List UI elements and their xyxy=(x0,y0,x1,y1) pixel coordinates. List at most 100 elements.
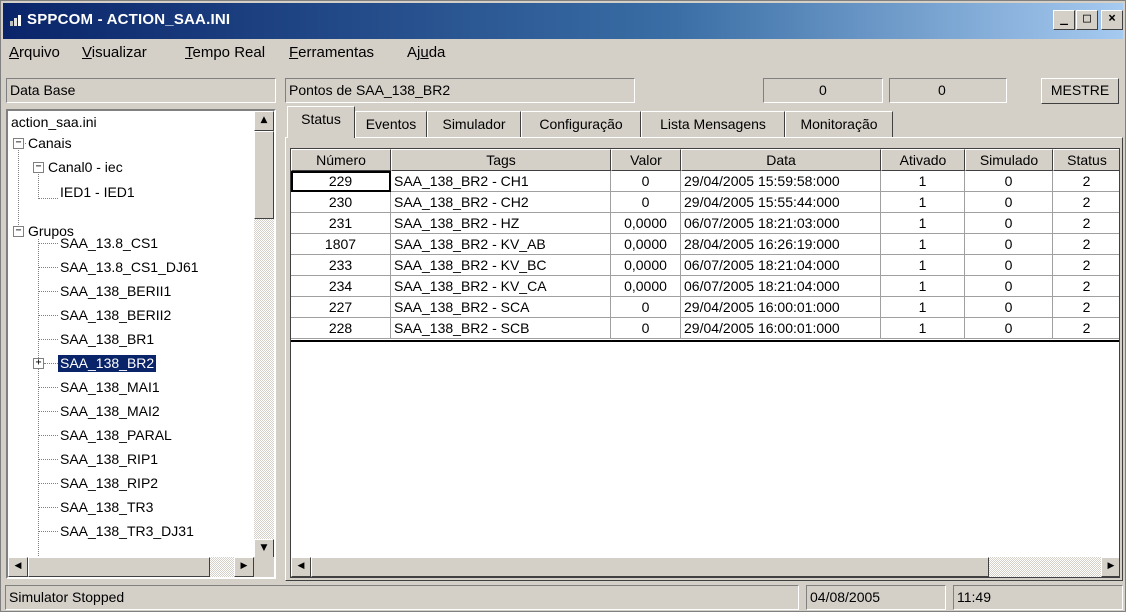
cell-valor[interactable]: 0,0000 xyxy=(611,234,681,255)
tree-horizontal-scrollbar[interactable]: ◀ ▶ xyxy=(8,557,254,577)
minimize-button[interactable]: _ xyxy=(1053,10,1075,30)
table-row[interactable]: 234 SAA_138_BR2 - KV_CA 0,0000 06/07/2005 1… xyxy=(291,276,1119,297)
tree-node-group[interactable]: SAA_138_TR3_DJ31 xyxy=(58,523,196,540)
column-header-simulado[interactable]: Simulado xyxy=(965,149,1053,171)
tab-configuracao[interactable]: Configuração xyxy=(521,111,641,137)
cell-tags[interactable]: SAA_138_BR2 - KV_AB xyxy=(391,234,611,255)
cell-ativado[interactable]: 1 xyxy=(881,318,965,339)
cell-numero[interactable]: 230 xyxy=(291,192,391,213)
cell-status[interactable]: 2 xyxy=(1053,276,1119,297)
column-header-data[interactable]: Data xyxy=(681,149,881,171)
cell-numero[interactable]: 1807 xyxy=(291,234,391,255)
cell-simulado[interactable]: 0 xyxy=(965,213,1053,234)
tree-node-group[interactable]: SAA_138_TR3 xyxy=(58,499,155,516)
maximize-button[interactable]: □ xyxy=(1076,10,1098,30)
cell-numero[interactable]: 229 xyxy=(291,171,391,192)
tree-node-group[interactable]: SAA_138_RIP1 xyxy=(58,451,160,468)
cell-status[interactable]: 2 xyxy=(1053,213,1119,234)
tree-node-group[interactable]: SAA_138_BERII1 xyxy=(58,283,173,300)
cell-ativado[interactable]: 1 xyxy=(881,213,965,234)
tree-node-group[interactable]: SAA_13.8_CS1 xyxy=(58,235,160,252)
table-row[interactable]: 1807 SAA_138_BR2 - KV_AB 0,0000 28/04/2005 … xyxy=(291,234,1119,255)
cell-tags[interactable]: SAA_138_BR2 - SCB xyxy=(391,318,611,339)
close-button[interactable]: × xyxy=(1101,10,1123,30)
table-row[interactable]: 229 SAA_138_BR2 - CH1 0 29/04/2005 15:59:58… xyxy=(291,171,1119,192)
cell-status[interactable]: 2 xyxy=(1053,234,1119,255)
tree-hscroll-thumb[interactable] xyxy=(28,557,210,577)
cell-tags[interactable]: SAA_138_BR2 - CH2 xyxy=(391,192,611,213)
cell-ativado[interactable]: 1 xyxy=(881,297,965,318)
tab-status[interactable]: Status xyxy=(287,106,355,138)
collapse-icon[interactable]: − xyxy=(33,162,44,173)
cell-numero[interactable]: 228 xyxy=(291,318,391,339)
scroll-left-arrow-icon[interactable]: ◀ xyxy=(8,557,28,577)
cell-status[interactable]: 2 xyxy=(1053,171,1119,192)
cell-tags[interactable]: SAA_138_BR2 - CH1 xyxy=(391,171,611,192)
cell-ativado[interactable]: 1 xyxy=(881,276,965,297)
cell-valor[interactable]: 0,0000 xyxy=(611,276,681,297)
cell-data[interactable]: 29/04/2005 15:55:44:000 xyxy=(681,192,881,213)
table-row[interactable]: 231 SAA_138_BR2 - HZ 0,0000 06/07/2005 18:2… xyxy=(291,213,1119,234)
tree-node-group[interactable]: SAA_138_BERII2 xyxy=(58,307,173,324)
menu-visualizar[interactable]: Visualizar xyxy=(82,44,147,61)
cell-ativado[interactable]: 1 xyxy=(881,234,965,255)
table-row[interactable]: 230 SAA_138_BR2 - CH2 0 29/04/2005 15:55:44… xyxy=(291,192,1119,213)
cell-status[interactable]: 2 xyxy=(1053,318,1119,339)
cell-valor[interactable]: 0 xyxy=(611,318,681,339)
scroll-left-arrow-icon[interactable]: ◀ xyxy=(291,557,311,577)
cell-tags[interactable]: SAA_138_BR2 - SCA xyxy=(391,297,611,318)
scroll-right-arrow-icon[interactable]: ▶ xyxy=(1101,557,1119,577)
cell-ativado[interactable]: 1 xyxy=(881,171,965,192)
table-horizontal-scrollbar[interactable]: ◀ ▶ xyxy=(291,557,1119,577)
cell-tags[interactable]: SAA_138_BR2 - HZ xyxy=(391,213,611,234)
scroll-right-arrow-icon[interactable]: ▶ xyxy=(234,557,254,577)
expand-icon[interactable]: + xyxy=(33,358,44,369)
cell-valor[interactable]: 0 xyxy=(611,192,681,213)
cell-valor[interactable]: 0 xyxy=(611,171,681,192)
cell-data[interactable]: 29/04/2005 16:00:01:000 xyxy=(681,297,881,318)
tab-monitoracao[interactable]: Monitoração xyxy=(785,111,893,137)
cell-status[interactable]: 2 xyxy=(1053,255,1119,276)
menu-arquivo[interactable]: Arquivo xyxy=(9,44,60,61)
cell-tags[interactable]: SAA_138_BR2 - KV_CA xyxy=(391,276,611,297)
cell-numero[interactable]: 227 xyxy=(291,297,391,318)
cell-data[interactable]: 29/04/2005 16:00:01:000 xyxy=(681,318,881,339)
tree-node-group[interactable]: SAA_138_PARAL xyxy=(58,427,174,444)
tree-vertical-scrollbar[interactable]: ▲ ▼ xyxy=(254,111,274,559)
cell-status[interactable]: 2 xyxy=(1053,192,1119,213)
tree-scroll-thumb[interactable] xyxy=(254,131,274,219)
points-table[interactable]: Número Tags Valor Data Ativado Simulado … xyxy=(290,148,1120,578)
tree-node-canais[interactable]: Canais xyxy=(26,135,74,152)
scroll-up-arrow-icon[interactable]: ▲ xyxy=(254,111,274,131)
table-row[interactable]: 228 SAA_138_BR2 - SCB 0 29/04/2005 16:00:01… xyxy=(291,318,1119,339)
cell-simulado[interactable]: 0 xyxy=(965,297,1053,318)
column-header-tags[interactable]: Tags xyxy=(391,149,611,171)
tree-node-group[interactable]: SAA_138_BR1 xyxy=(58,331,156,348)
cell-valor[interactable]: 0,0000 xyxy=(611,213,681,234)
cell-data[interactable]: 06/07/2005 18:21:03:000 xyxy=(681,213,881,234)
cell-simulado[interactable]: 0 xyxy=(965,192,1053,213)
cell-numero[interactable]: 233 xyxy=(291,255,391,276)
cell-data[interactable]: 06/07/2005 18:21:04:000 xyxy=(681,276,881,297)
tree-root[interactable]: action_saa.ini xyxy=(9,114,99,131)
tab-lista-mensagens[interactable]: Lista Mensagens xyxy=(641,111,785,137)
cell-simulado[interactable]: 0 xyxy=(965,171,1053,192)
cell-tags[interactable]: SAA_138_BR2 - KV_BC xyxy=(391,255,611,276)
cell-simulado[interactable]: 0 xyxy=(965,276,1053,297)
cell-simulado[interactable]: 0 xyxy=(965,318,1053,339)
title-bar[interactable]: SPPCOM - ACTION_SAA.INI _ □ × xyxy=(3,3,1123,39)
tree-node-group[interactable]: SAA_138_MAI1 xyxy=(58,379,162,396)
table-row[interactable]: 227 SAA_138_BR2 - SCA 0 29/04/2005 16:00:01… xyxy=(291,297,1119,318)
collapse-icon[interactable]: − xyxy=(13,138,24,149)
cell-numero[interactable]: 234 xyxy=(291,276,391,297)
tree-node-group[interactable]: SAA_13.8_CS1_DJ61 xyxy=(58,259,201,276)
mestre-button[interactable]: MESTRE xyxy=(1041,78,1119,104)
tree-node-group[interactable]: SAA_138_RIP2 xyxy=(58,475,160,492)
tree-view[interactable]: action_saa.ini − Canais − Canal0 - iec I… xyxy=(6,109,276,579)
tree-node-group[interactable]: SAA_138_MAI2 xyxy=(58,403,162,420)
column-header-ativado[interactable]: Ativado xyxy=(881,149,965,171)
cell-valor[interactable]: 0,0000 xyxy=(611,255,681,276)
cell-valor[interactable]: 0 xyxy=(611,297,681,318)
column-header-valor[interactable]: Valor xyxy=(611,149,681,171)
column-header-numero[interactable]: Número xyxy=(291,149,391,171)
